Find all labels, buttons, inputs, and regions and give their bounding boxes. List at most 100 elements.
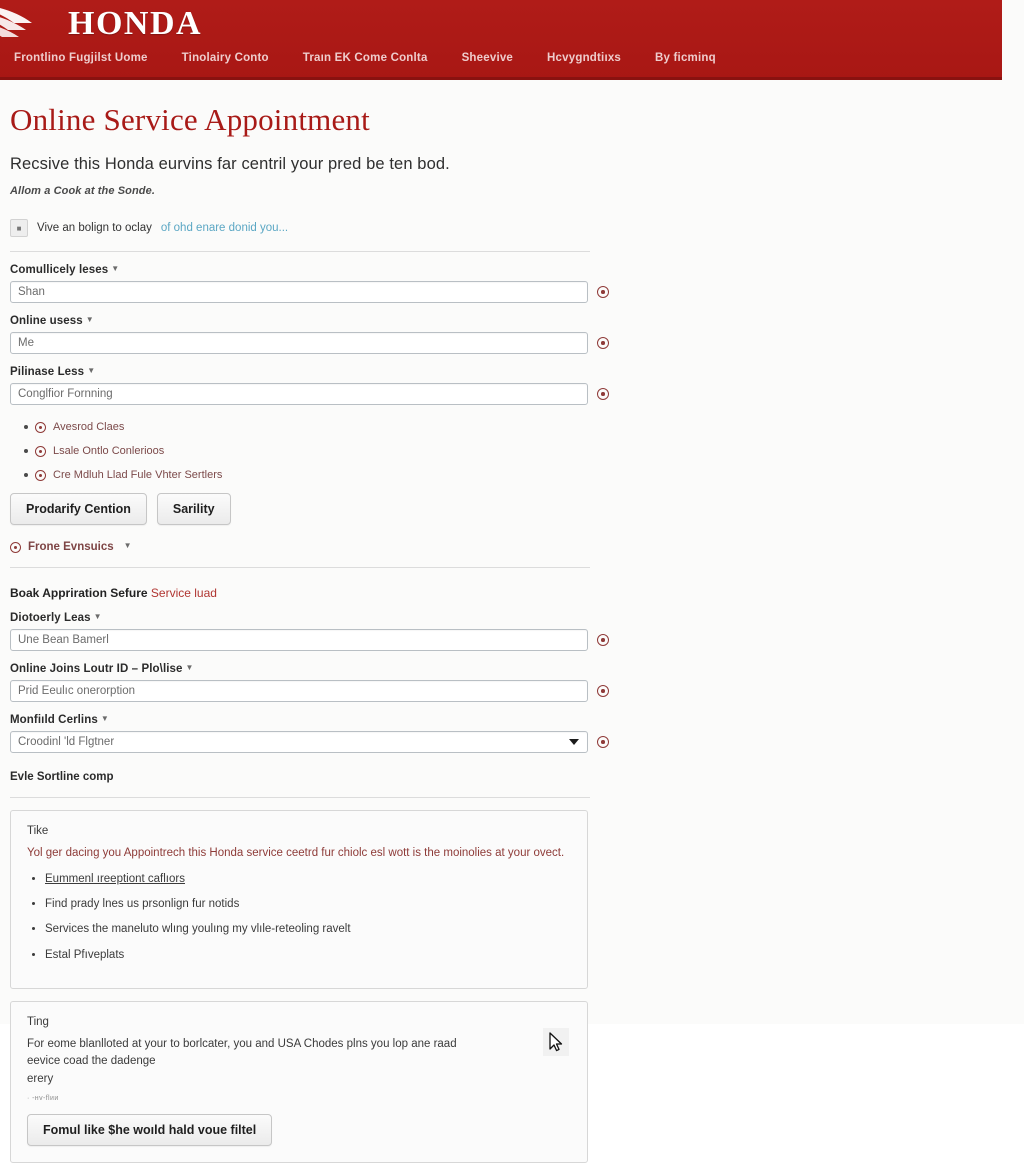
site-header: HONDA Frontlino Fugjilst Uome Tinolairy … [0,0,1002,80]
input-comullicely-leses[interactable] [10,281,588,303]
legend-label: Frone Evnsuics [28,541,114,553]
select-monfiuld-cerlins[interactable] [10,731,588,753]
input-pilinase-less[interactable] [10,383,588,405]
target-dot-icon [35,421,46,433]
target-dot-icon-0[interactable] [597,286,609,298]
target-dot-icon-2[interactable] [597,388,609,400]
bottom-panel-line2: eevice coad the dadenge [27,1055,156,1068]
nav-item-5[interactable]: By ficminq [655,52,716,64]
chevron-down-icon-legend: ▼ [123,540,132,550]
info-panel-list: Eummenl ıreeptiont caflıors Find prady l… [27,871,571,962]
field-label-text-4: Online Joins Loutr ID – Plo\lise [10,663,183,675]
brand-lockup[interactable]: HONDA [0,2,202,46]
honda-wing-logo-icon [0,8,32,37]
field-label-3: Diotoerly Leas ▼ [10,612,1002,624]
list-item: Find prady lnes us prsonlign fur notids [45,896,571,912]
section-heading: Boak Appriration Sefure Service luad [10,586,1002,600]
option-label-2: Cre Mdluh Llad Fule Vhter Sertlers [53,469,223,481]
chevron-down-icon-1: ▼ [85,315,94,324]
chevron-down-icon-0: ▼ [111,264,120,273]
mouse-pointer-icon [549,1031,563,1051]
target-dot-icon-5[interactable] [597,736,609,748]
field-label-text-0: Comullicely leses [10,264,109,276]
field-block-1: Online usess ▼ [10,315,1002,354]
field-label-0: Comullicely leses ▼ [10,264,1002,276]
frone-evnsuics-legend[interactable]: Frone Evnsuics ▼ [10,541,1002,553]
list-item[interactable]: Cre Mdluh Llad Fule Vhter Sertlers [10,469,1002,481]
field-block-0: Comullicely leses ▼ [10,264,1002,303]
bottom-panel-submit-button[interactable]: Fomul like $he woıld hald voue filtel [27,1114,273,1147]
target-dot-icon-1[interactable] [597,337,609,349]
sarility-button[interactable]: Sarility [156,493,231,525]
list-item[interactable]: Lsale Ontlo Conlerioos [10,445,1002,457]
page-root: HONDA Frontlino Fugjilst Uome Tinolairy … [0,0,1024,1163]
option-list: Avesrod Claes Lsale Ontlo Conlerioos Cre… [10,421,1002,481]
chevron-down-icon-2: ▼ [87,366,96,375]
brand-wordmark: HONDA [68,5,203,42]
nav-item-4[interactable]: Hcvygndtiıxs [547,52,621,64]
main-content: Online Service Appointment Recsive this … [0,102,1002,1163]
consent-note-row: ■ Vive an bolign to oclay of ohd enare d… [10,219,1002,237]
page-sublede: Allom a Cook at the Sonde. [10,185,156,197]
target-dot-icon-4[interactable] [597,685,609,697]
prodarify-cention-button[interactable]: Prodarify Cention [10,493,147,525]
field-block-5: Monfiıld Cerlins ▼ [10,714,1002,753]
field-block-3: Diotoerly Leas ▼ [10,612,1002,651]
chevron-down-icon-5: ▼ [100,714,109,723]
divider-mid [10,567,590,568]
option-label-0: Avesrod Claes [53,421,125,433]
field-label-text-3: Diotoerly Leas [10,612,91,624]
field-row-5 [10,731,1002,753]
info-panel: Tike Yol ger dacing you Appointrech this… [10,810,588,989]
primary-nav: Frontlino Fugjilst Uome Tinolairy Conto … [14,52,716,64]
field-label-text-2: Pilinase Less [10,366,85,378]
action-button-row: Prodarify Cention Sarility [10,493,1002,525]
nav-item-0[interactable]: Frontlino Fugjilst Uome [14,52,148,64]
info-panel-lead: Yol ger dacing you Appointrech this Hond… [27,847,565,859]
chevron-down-icon-4: ▼ [185,663,194,672]
option-label-1: Lsale Ontlo Conlerioos [53,445,165,457]
field-row-0 [10,281,1002,303]
field-row-1 [10,332,1002,354]
nav-item-3[interactable]: Sheevive [462,52,513,64]
nav-item-1[interactable]: Tinolairy Conto [182,52,269,64]
checkbox-icon[interactable]: ■ [10,219,28,237]
subsection-title: Evle Sortline comp [10,771,114,783]
target-dot-icon-3[interactable] [597,634,609,646]
bottom-panel-line3: erery [27,1073,54,1086]
field-block-4: Online Joins Loutr ID – Plo\lise ▼ [10,663,1002,702]
divider-bottom [10,797,590,798]
list-item[interactable]: Eummenl ıreeptiont caflıors [45,871,571,887]
field-row-2 [10,383,1002,405]
consent-note-text: Vive an bolign to oclay [37,222,152,234]
field-block-2: Pilinase Less ▼ [10,366,1002,405]
page-lede: Recsive this Honda eurvins far centril y… [10,155,450,173]
input-online-joins-loutr-id[interactable] [10,680,588,702]
chevron-down-icon-3: ▼ [93,612,102,621]
consent-note-link[interactable]: of ohd enare donid you... [161,222,288,234]
bullet-icon [24,449,28,453]
bottom-panel-line1: For eome blanlloted at your to borlcater… [27,1037,457,1050]
input-diotoerly-leas[interactable] [10,629,588,651]
field-label-5: Monfiıld Cerlins ▼ [10,714,1002,726]
bottom-panel-button-row: Fomul like $he woıld hald voue filtel [27,1114,571,1147]
field-label-text-1: Online usess [10,315,83,327]
page-title: Online Service Appointment [10,102,370,137]
field-row-3 [10,629,1002,651]
field-label-4: Online Joins Loutr ID – Plo\lise ▼ [10,663,1002,675]
field-label-text-5: Monfiıld Cerlins [10,714,98,726]
field-row-4 [10,680,1002,702]
target-dot-icon-legend [10,541,21,553]
input-online-usess[interactable] [10,332,588,354]
field-label-2: Pilinase Less ▼ [10,366,1002,378]
target-dot-icon [35,445,46,457]
field-label-1: Online usess ▼ [10,315,1002,327]
list-item[interactable]: Avesrod Claes [10,421,1002,433]
list-item: Estal Pfıveplats [45,947,571,963]
bottom-panel: Ting For eome blanlloted at your to borl… [10,1000,588,1163]
bullet-icon [24,473,28,477]
bottom-panel-fineprint: · ‑нv‑flии [27,1095,59,1103]
select-wrapper [10,731,588,753]
nav-item-2[interactable]: Traın EK Come Conlta [303,52,428,64]
bottom-panel-kicker: Ting [27,1015,49,1028]
